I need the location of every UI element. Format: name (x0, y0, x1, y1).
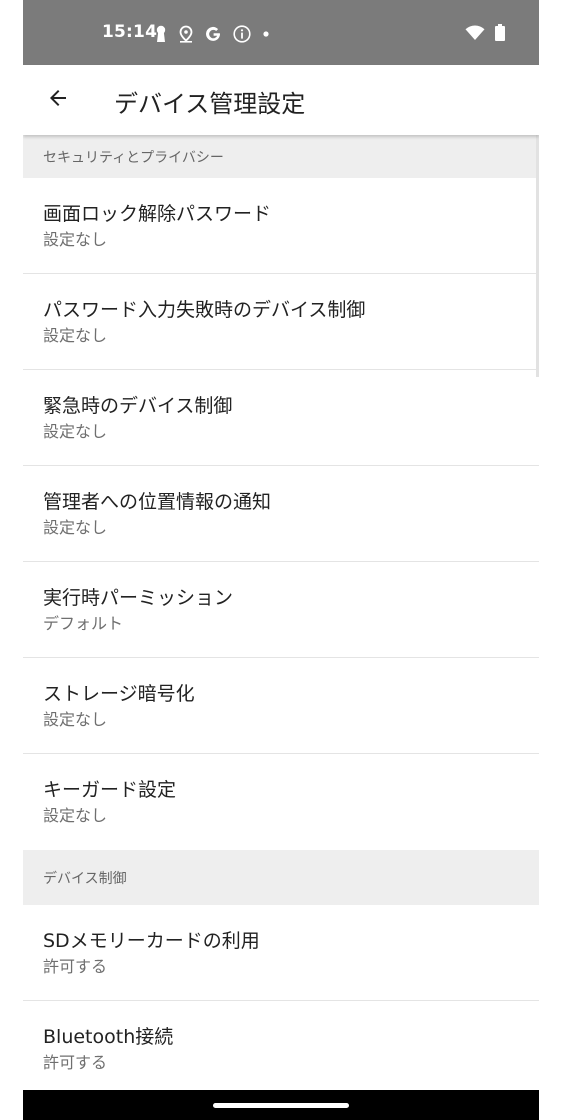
left-margin (0, 0, 23, 1120)
status-icons-right (465, 24, 505, 45)
right-margin (539, 0, 562, 1120)
setting-title: パスワード入力失敗時のデバイス制御 (43, 299, 366, 321)
setting-title: キーガード設定 (43, 779, 177, 801)
back-button[interactable] (41, 83, 75, 117)
setting-title: SDメモリーカードの利用 (43, 930, 260, 952)
status-time: 15:14 (102, 22, 158, 42)
setting-value: 許可する (43, 957, 108, 976)
setting-value: 設定なし (43, 518, 108, 537)
section-header-security: セキュリティとプライバシー (23, 135, 539, 178)
setting-title: 画面ロック解除パスワード (43, 203, 272, 225)
battery-icon (495, 24, 505, 45)
setting-keyguard[interactable]: キーガード設定 設定なし (23, 754, 539, 850)
navigation-bar (23, 1090, 539, 1120)
scrollbar[interactable] (536, 135, 539, 377)
settings-list: セキュリティとプライバシー 画面ロック解除パスワード 設定なし パスワード入力失… (23, 135, 539, 1090)
location-pin-icon (178, 25, 194, 43)
setting-value: 設定なし (43, 230, 108, 249)
setting-value: 許可する (43, 1053, 108, 1072)
phone-screen: 15:14 デバイス管理設定 セキュリティとプライバシー 画面ロック解除パスワー… (23, 0, 539, 1120)
setting-value: 設定なし (43, 806, 108, 825)
app-bar: デバイス管理設定 (23, 65, 539, 135)
setting-value: デフォルト (43, 614, 124, 633)
page-title: デバイス管理設定 (114, 90, 306, 118)
setting-bluetooth[interactable]: Bluetooth接続 許可する (23, 1001, 539, 1090)
section-header-device-control: デバイス制御 (23, 850, 539, 905)
setting-storage-encryption[interactable]: ストレージ暗号化 設定なし (23, 658, 539, 754)
setting-sd-card[interactable]: SDメモリーカードの利用 許可する (23, 905, 539, 1001)
google-g-icon (205, 26, 222, 43)
setting-title: 実行時パーミッション (43, 587, 234, 609)
setting-value: 設定なし (43, 710, 108, 729)
keyhole-icon (155, 25, 167, 43)
setting-emergency-control[interactable]: 緊急時のデバイス制御 設定なし (23, 370, 539, 466)
setting-runtime-permission[interactable]: 実行時パーミッション デフォルト (23, 562, 539, 658)
info-icon (233, 25, 251, 43)
home-handle[interactable] (213, 1103, 349, 1108)
dot-icon (262, 30, 270, 38)
setting-value: 設定なし (43, 422, 108, 441)
wifi-icon (465, 24, 485, 45)
arrow-left-icon (46, 86, 70, 114)
setting-title: ストレージ暗号化 (43, 683, 195, 705)
setting-value: 設定なし (43, 326, 108, 345)
setting-password-failure-control[interactable]: パスワード入力失敗時のデバイス制御 設定なし (23, 274, 539, 370)
status-bar: 15:14 (23, 0, 539, 65)
setting-title: 緊急時のデバイス制御 (43, 395, 233, 417)
setting-screen-lock-password[interactable]: 画面ロック解除パスワード 設定なし (23, 178, 539, 274)
status-icons-left (155, 23, 270, 45)
setting-location-notify[interactable]: 管理者への位置情報の通知 設定なし (23, 466, 539, 562)
setting-title: Bluetooth接続 (43, 1026, 174, 1048)
setting-title: 管理者への位置情報の通知 (43, 491, 272, 513)
